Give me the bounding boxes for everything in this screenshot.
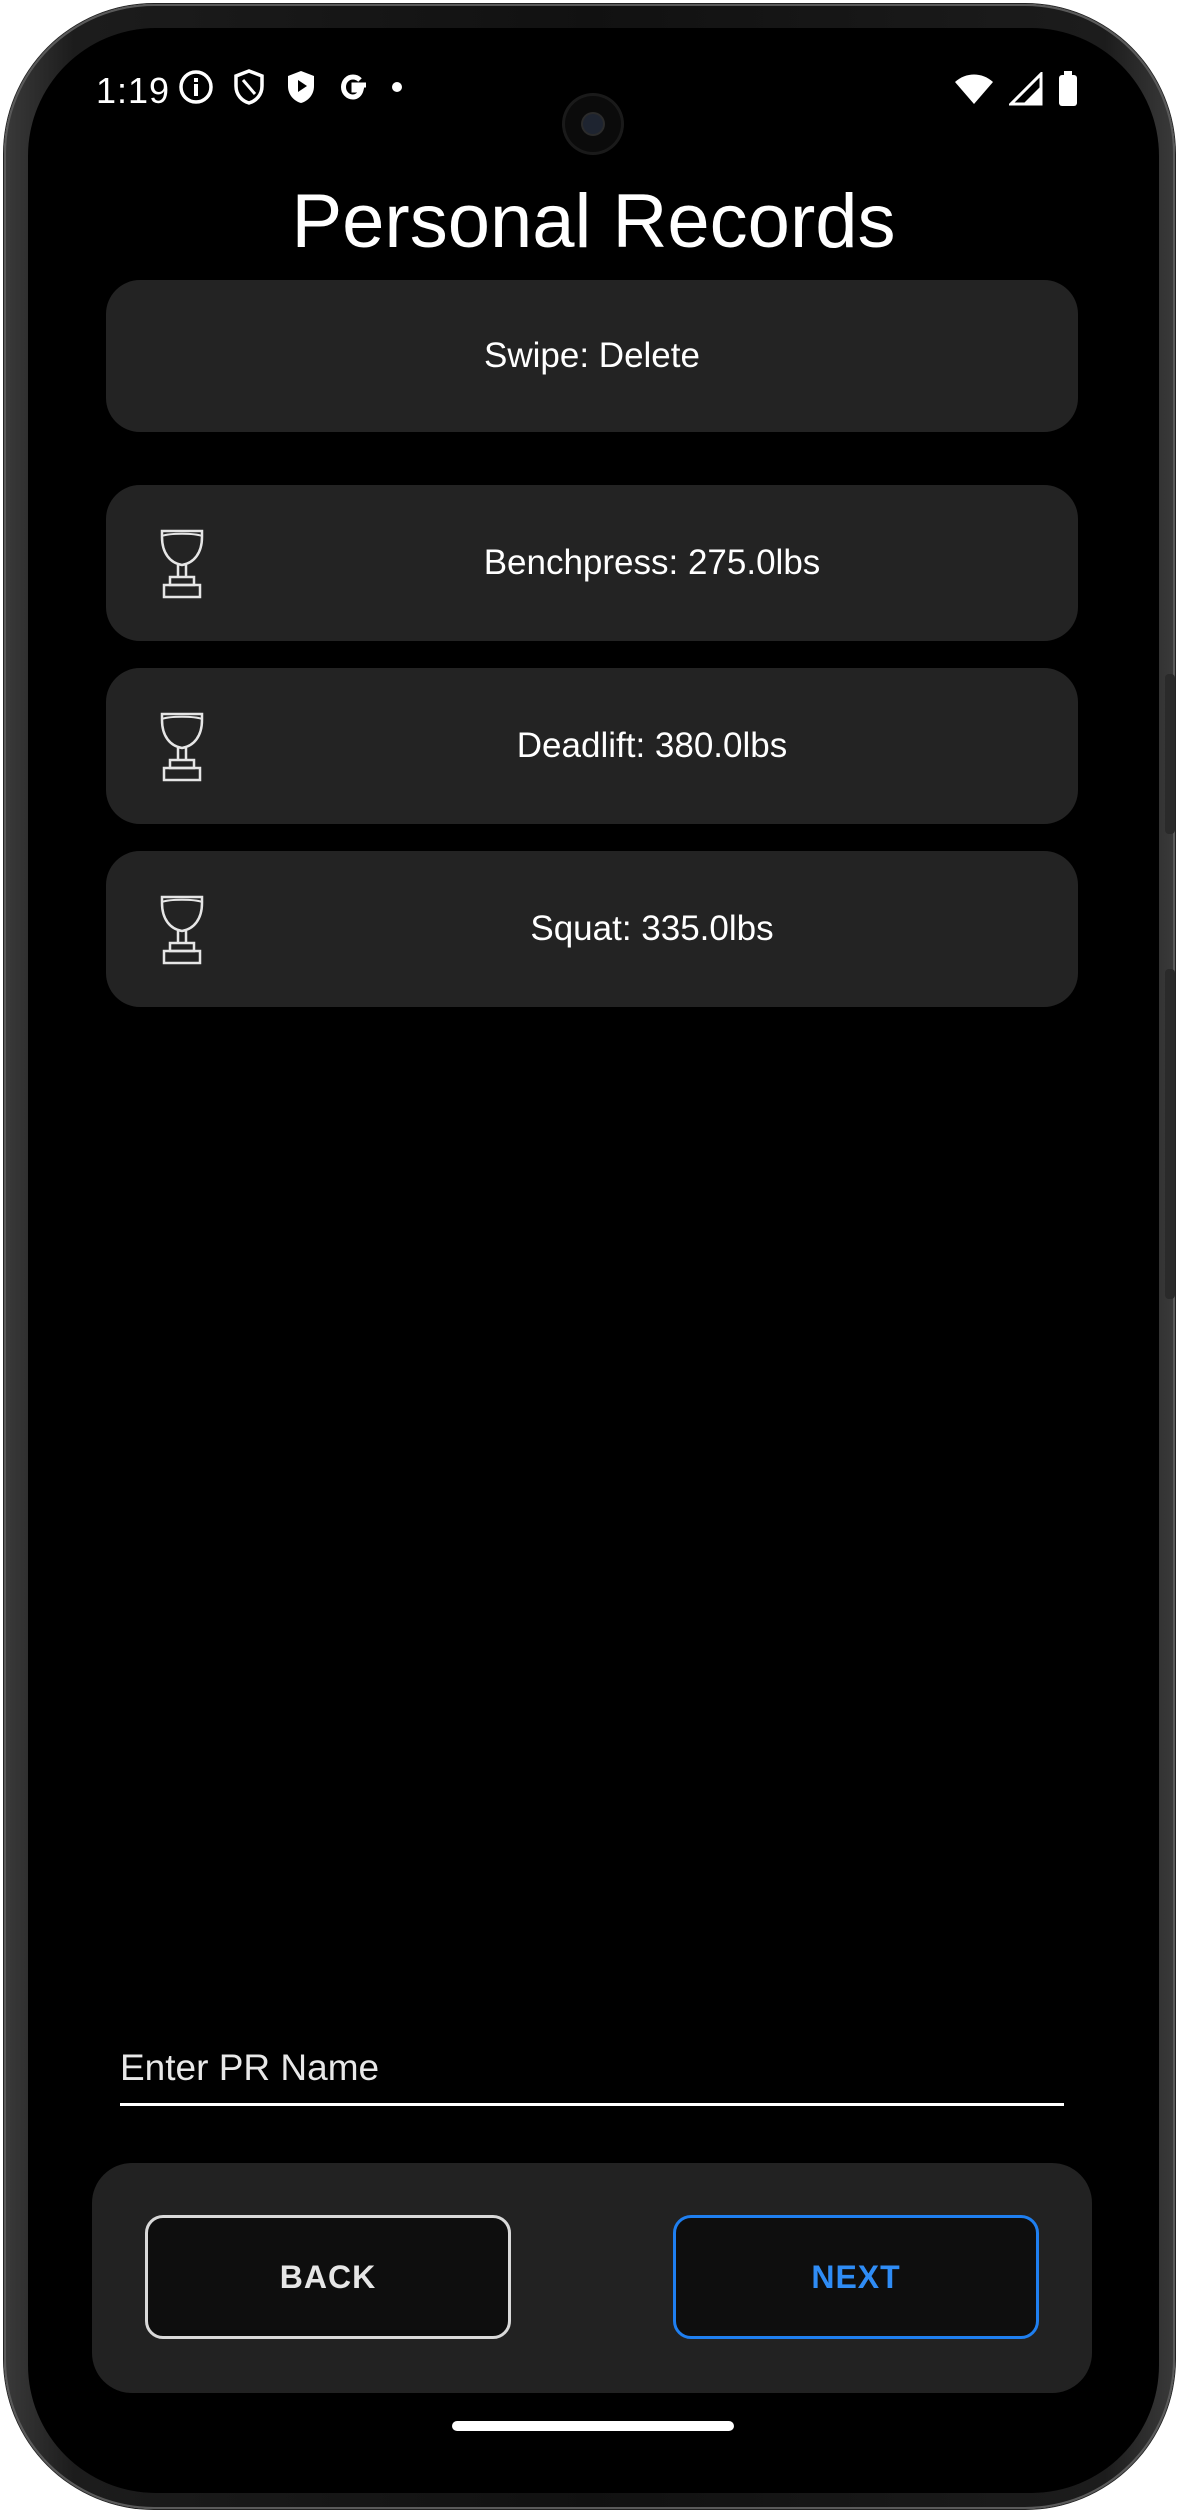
- wifi-icon: [953, 72, 995, 106]
- trophy-icon: [158, 527, 206, 601]
- shield-play-icon: [284, 68, 318, 106]
- back-button-label: BACK: [279, 2258, 377, 2295]
- shield-outline-icon: [232, 68, 266, 106]
- bottom-button-bar: BACK NEXT: [92, 2163, 1092, 2393]
- status-icons-left: [178, 68, 404, 106]
- pr-list-item[interactable]: Squat: 335.0lbs: [106, 851, 1078, 1007]
- swipe-hint-card: Swipe: Delete: [106, 280, 1078, 432]
- status-time: 1:19: [96, 70, 171, 111]
- pr-list-item[interactable]: Deadlift: 380.0lbs: [106, 668, 1078, 824]
- volume-button: [1165, 674, 1175, 834]
- signal-icon: [1009, 72, 1043, 106]
- page-title: Personal Records: [291, 179, 896, 264]
- front-camera: [565, 96, 621, 152]
- status-icons-right: [953, 70, 1079, 108]
- pr-label: Squat: 335.0lbs: [530, 909, 774, 948]
- pr-name-input[interactable]: [120, 2038, 1064, 2106]
- pr-label: Benchpress: 275.0lbs: [483, 543, 821, 582]
- next-button[interactable]: NEXT: [673, 2215, 1039, 2339]
- info-icon: [178, 69, 214, 105]
- pr-label: Deadlift: 380.0lbs: [516, 726, 788, 765]
- phone-frame: 1:19 Personal Records Swipe: Delete Benc…: [4, 4, 1175, 2509]
- power-button: [1165, 969, 1175, 1299]
- next-button-label: NEXT: [811, 2258, 901, 2295]
- screen: 1:19 Personal Records Swipe: Delete Benc…: [28, 28, 1159, 2493]
- home-indicator[interactable]: [452, 2421, 734, 2431]
- google-icon: [336, 69, 372, 105]
- trophy-icon: [158, 893, 206, 967]
- back-button[interactable]: BACK: [145, 2215, 511, 2339]
- trophy-icon: [158, 710, 206, 784]
- pr-list-item[interactable]: Benchpress: 275.0lbs: [106, 485, 1078, 641]
- battery-icon: [1057, 70, 1079, 108]
- pr-name-field: [120, 2038, 1064, 2108]
- swipe-hint-label: Swipe: Delete: [484, 336, 700, 375]
- dot-icon: [390, 80, 404, 94]
